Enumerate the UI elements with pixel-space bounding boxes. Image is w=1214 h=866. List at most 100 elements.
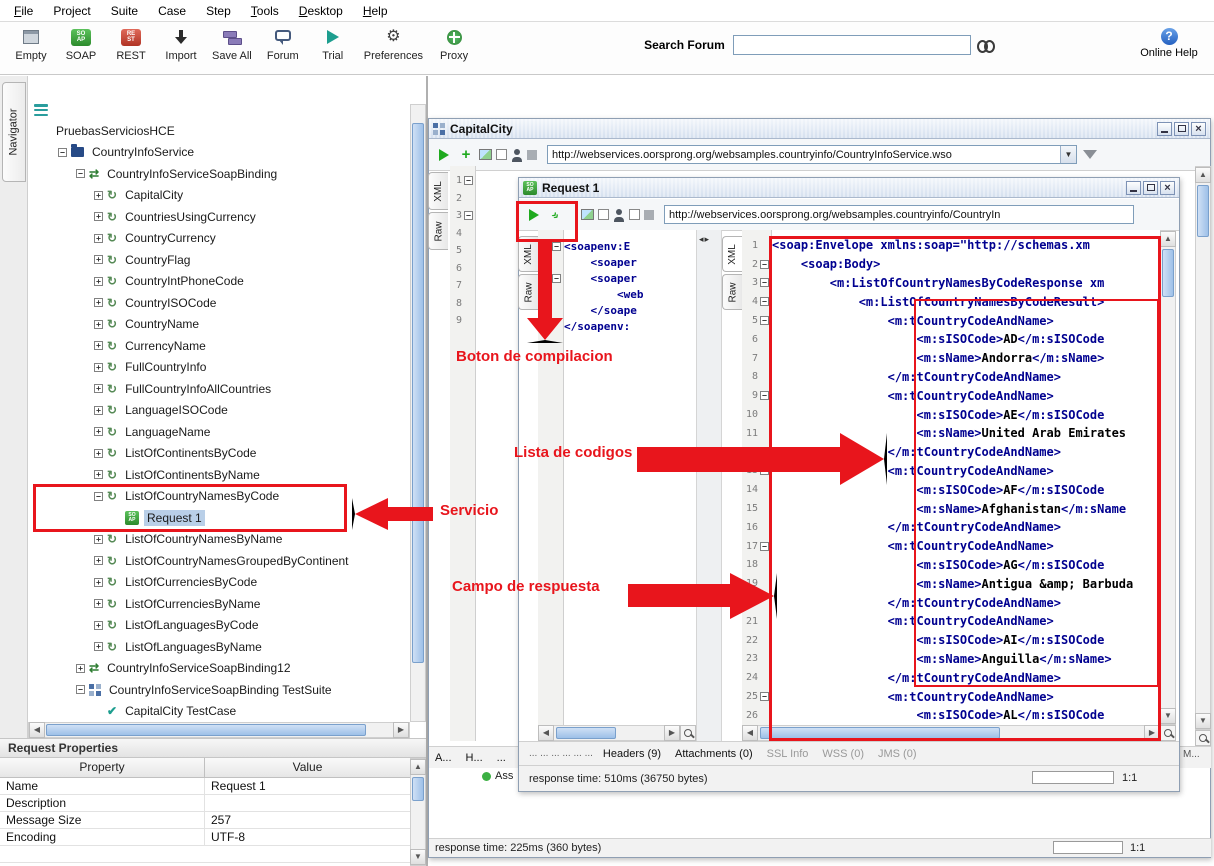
tree-item-fullcountryinfoallcountries[interactable]: +↻FullCountryInfoAllCountries — [28, 378, 410, 400]
scroll-left-icon[interactable]: ◀ — [29, 722, 45, 738]
tree-item-fullcountryinfo[interactable]: +↻FullCountryInfo — [28, 357, 410, 379]
property-row-message-size[interactable]: Message Size257 — [0, 812, 410, 829]
tree-toggle-icon[interactable]: + — [94, 320, 103, 329]
scroll-down-icon[interactable]: ▼ — [410, 849, 426, 865]
tree-toggle-icon[interactable]: + — [94, 449, 103, 458]
tree-hscroll-thumb[interactable] — [46, 724, 366, 736]
minimize-icon[interactable] — [1126, 181, 1141, 195]
maximize-icon[interactable] — [1174, 122, 1189, 136]
person-icon[interactable] — [613, 208, 625, 222]
response-vertical-scrollbar[interactable]: ▲ ▼ — [1160, 230, 1176, 725]
cc-bottom-tab[interactable]: A... — [435, 752, 452, 764]
trial-button[interactable]: Trial — [308, 25, 358, 62]
submit-button[interactable] — [435, 147, 453, 163]
blank-option-icon[interactable] — [629, 209, 640, 220]
tree-toggle-icon[interactable]: − — [76, 685, 85, 694]
magnifier-icon[interactable] — [1160, 725, 1176, 741]
scroll-up-icon[interactable]: ▲ — [1160, 231, 1176, 247]
capitalcity-xml-tab[interactable]: XML — [428, 172, 448, 210]
tree-toggle-icon[interactable]: + — [76, 664, 85, 673]
tree-toggle-icon[interactable]: + — [94, 470, 103, 479]
image-icon[interactable] — [581, 209, 594, 220]
menu-file[interactable]: File — [4, 2, 43, 20]
rest-button[interactable]: RESTREST — [106, 25, 156, 62]
tree-toggle-icon[interactable]: − — [58, 148, 67, 157]
magnifier-icon[interactable] — [680, 725, 696, 741]
tree-vscroll-thumb[interactable] — [412, 123, 424, 663]
fold-toggle-icon[interactable]: − — [464, 211, 475, 220]
close-icon[interactable]: × — [1160, 181, 1175, 195]
maximize-icon[interactable] — [1143, 181, 1158, 195]
navigator-menu-icon[interactable] — [34, 104, 48, 116]
tree-item-listofcurrenciesbyname[interactable]: +↻ListOfCurrenciesByName — [28, 593, 410, 615]
tree-toggle-icon[interactable]: − — [76, 169, 85, 178]
props-scroll-thumb[interactable] — [412, 777, 424, 801]
tree-horizontal-scrollbar[interactable]: ◀ ▶ — [28, 722, 410, 738]
capitalcity-raw-tab[interactable]: Raw — [428, 212, 448, 250]
cc-vscroll-thumb[interactable] — [1197, 185, 1209, 237]
tree-item-countryname[interactable]: +↻CountryName — [28, 314, 410, 336]
tree-vertical-scrollbar[interactable] — [410, 104, 426, 722]
tree-item-capitalcity-testcase[interactable]: ✔CapitalCity TestCase — [28, 701, 410, 723]
tree-item-listoflanguagesbyname[interactable]: +↻ListOfLanguagesByName — [28, 636, 410, 658]
tree-item-countriesusingcurrency[interactable]: +↻CountriesUsingCurrency — [28, 206, 410, 228]
capitalcity-vertical-scrollbar[interactable]: ▲ ▼ — [1195, 166, 1211, 730]
tree-item-listofcountrynamesgroupedbycontinent[interactable]: +↻ListOfCountryNamesGroupedByContinent — [28, 550, 410, 572]
tree-item-listofcontinentsbyname[interactable]: +↻ListOfContinentsByName — [28, 464, 410, 486]
splitter-collapse-icons[interactable]: ◂▸ — [699, 234, 710, 245]
tree-toggle-icon[interactable]: + — [94, 191, 103, 200]
scroll-down-icon[interactable]: ▼ — [1160, 708, 1176, 724]
preferences-button[interactable]: ⚙Preferences — [358, 25, 429, 62]
capitalcity-titlebar[interactable]: CapitalCity × — [429, 119, 1210, 139]
tree-item-currencyname[interactable]: +↻CurrencyName — [28, 335, 410, 357]
response-xml-tab[interactable]: XML — [722, 236, 742, 272]
tree-toggle-icon[interactable]: + — [94, 212, 103, 221]
request1-titlebar[interactable]: SOAP Request 1 × — [519, 178, 1179, 198]
request1-endpoint-combo[interactable]: http://webservices.oorsprong.org/websamp… — [664, 205, 1134, 224]
props-scrollbar[interactable]: ▲ ▼ — [410, 758, 426, 866]
tree-toggle-icon[interactable]: + — [94, 341, 103, 350]
request-horizontal-scrollbar[interactable]: ◀ ▶ — [538, 725, 680, 741]
capitalcity-endpoint-combo[interactable]: http://webservices.oorsprong.org/websamp… — [547, 145, 1077, 164]
tree-toggle-icon[interactable]: + — [94, 234, 103, 243]
tree-item-countryinfoservicesoapbinding12[interactable]: +⇄CountryInfoServiceSoapBinding12 — [28, 658, 410, 680]
req-code[interactable]: <soapenv:E <soaper <soaper <web </soape<… — [564, 230, 696, 725]
tree-item-languageisocode[interactable]: +↻LanguageISOCode — [28, 400, 410, 422]
tree-item-countryinfoservicesoapbinding-testsuite[interactable]: −CountryInfoServiceSoapBinding TestSuite — [28, 679, 410, 701]
scroll-up-icon[interactable]: ▲ — [410, 759, 426, 775]
tree-item-countryflag[interactable]: +↻CountryFlag — [28, 249, 410, 271]
menu-project[interactable]: Project — [43, 2, 100, 20]
add-button[interactable]: + — [457, 147, 475, 163]
tree-toggle-icon[interactable]: + — [94, 578, 103, 587]
fold-toggle-icon[interactable]: − — [552, 274, 563, 283]
tree-toggle-icon[interactable]: + — [94, 363, 103, 372]
tree-item-countrycurrency[interactable]: +↻CountryCurrency — [28, 228, 410, 250]
navigator-tab[interactable]: Navigator — [2, 82, 26, 182]
minimize-icon[interactable] — [1157, 122, 1172, 136]
tree-toggle-icon[interactable]: + — [94, 599, 103, 608]
image-icon[interactable] — [479, 149, 492, 160]
fold-toggle-icon[interactable]: − — [552, 242, 563, 251]
blank-option-icon[interactable] — [598, 209, 609, 220]
find-button[interactable] — [975, 35, 997, 55]
tree-item-countryisocode[interactable]: +↻CountryISOCode — [28, 292, 410, 314]
dropdown-arrow-icon[interactable]: ▼ — [1060, 146, 1076, 163]
tab-attachments-0[interactable]: Attachments (0) — [675, 748, 753, 760]
menu-case[interactable]: Case — [148, 2, 196, 20]
person-icon[interactable] — [511, 148, 523, 162]
tree-toggle-icon[interactable]: + — [94, 642, 103, 651]
cc-right-tab[interactable]: M... — [1183, 749, 1200, 760]
tree-item-capitalcity[interactable]: +↻CapitalCity — [28, 185, 410, 207]
cc-bottom-tab[interactable]: H... — [466, 752, 483, 764]
menu-suite[interactable]: Suite — [101, 2, 148, 20]
tree-toggle-icon[interactable]: + — [94, 384, 103, 393]
tree-toggle-icon[interactable]: + — [94, 556, 103, 565]
tree-toggle-icon[interactable]: + — [94, 427, 103, 436]
request-raw-tab[interactable]: Raw — [518, 274, 538, 310]
scroll-right-icon[interactable]: ▶ — [664, 725, 680, 741]
scroll-down-icon[interactable]: ▼ — [1195, 713, 1211, 729]
empty-button[interactable]: Empty — [6, 25, 56, 62]
magnifier-icon[interactable] — [1195, 730, 1211, 746]
property-row-encoding[interactable]: EncodingUTF-8 — [0, 829, 410, 846]
property-row-description[interactable]: Description — [0, 795, 410, 812]
